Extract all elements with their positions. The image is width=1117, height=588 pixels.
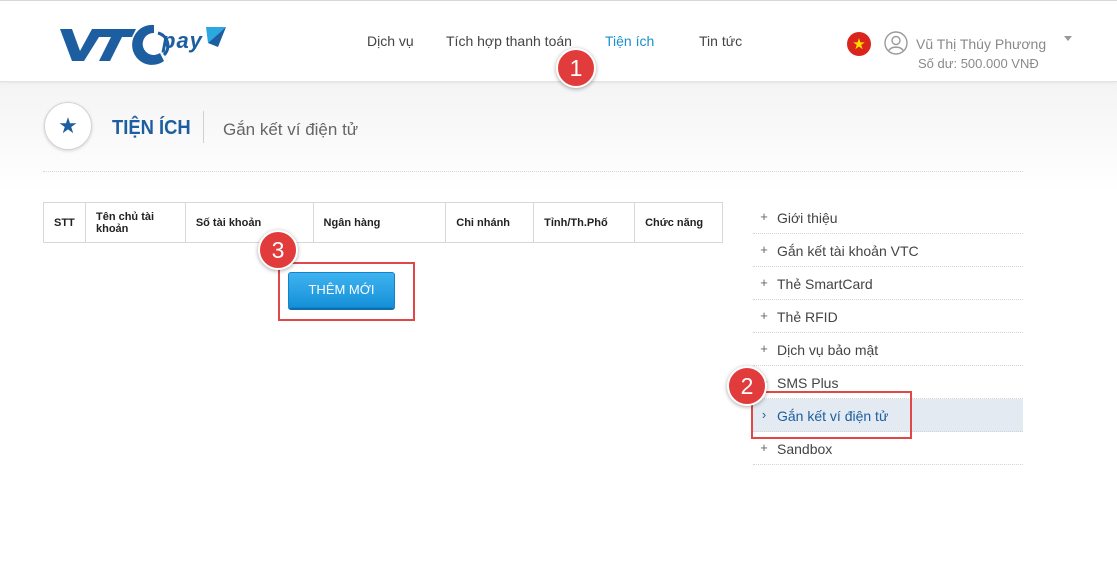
nav-tich-hop-thanh-toan[interactable]: Tích hợp thanh toán (446, 33, 572, 49)
annotation-badge-3: 3 (258, 230, 298, 270)
col-province: Tỉnh/Th.Phố (533, 202, 636, 243)
vtcpay-logo[interactable]: pay (58, 21, 228, 65)
col-actions: Chức năng (634, 202, 723, 243)
annotation-highlight-sidebar (751, 391, 912, 439)
sidebar-item-label: Thẻ SmartCard (777, 276, 873, 292)
sidebar-item-label: Dịch vụ bảo mật (777, 342, 879, 358)
plus-icon: + (760, 209, 768, 224)
nav-tien-ich[interactable]: Tiện ích (605, 33, 654, 49)
balance-label: Số dư: (918, 56, 958, 71)
sidebar-item-label: Gắn kết tài khoản VTC (777, 243, 919, 259)
annotation-badge-2: 2 (727, 366, 767, 406)
wallet-table: STT Tên chủ tài khoản Số tài khoản Ngân … (43, 202, 723, 243)
sidebar-item-gioi-thieu[interactable]: + Giới thiệu (753, 201, 1023, 234)
nav-dich-vu[interactable]: Dịch vụ (367, 33, 414, 49)
col-bank: Ngân hàng (312, 202, 447, 243)
balance-value: 500.000 VNĐ (960, 56, 1039, 71)
annotation-highlight-add-button (278, 262, 415, 321)
sidebar-item-the-rfid[interactable]: + Thẻ RFID (753, 300, 1023, 333)
sidebar-item-label: Sandbox (777, 441, 833, 457)
user-name[interactable]: Vũ Thị Thúy Phương (916, 36, 1046, 52)
sidebar-item-label: Thẻ RFID (777, 309, 838, 325)
sidebar-item-gan-ket-tai-khoan-vtc[interactable]: + Gắn kết tài khoản VTC (753, 234, 1023, 267)
plus-icon: + (760, 308, 768, 323)
annotation-badge-1: 1 (556, 48, 596, 88)
col-account-holder: Tên chủ tài khoản (84, 202, 186, 243)
plus-icon: + (760, 440, 768, 455)
sidebar-item-label: SMS Plus (777, 375, 839, 391)
star-icon: ★ (44, 102, 92, 150)
sidebar-item-the-smartcard[interactable]: + Thẻ SmartCard (753, 267, 1023, 300)
page-subtitle: Gắn kết ví điện tử (223, 120, 359, 139)
sidebar-item-label: Giới thiệu (777, 210, 838, 226)
chevron-down-icon[interactable] (1064, 36, 1072, 41)
nav-tin-tuc[interactable]: Tin tức (699, 33, 742, 49)
col-branch: Chi nhánh (445, 202, 535, 243)
col-stt: STT (43, 202, 86, 243)
plus-icon: + (760, 341, 768, 356)
flag-star-icon: ★ (852, 35, 866, 53)
plus-icon: + (760, 242, 768, 257)
plus-icon: + (760, 275, 768, 290)
linked-wallet-table: STT Tên chủ tài khoản Số tài khoản Ngân … (43, 202, 723, 243)
star-glyph: ★ (58, 113, 78, 138)
sidebar-item-dich-vu-bao-mat[interactable]: + Dịch vụ bảo mật (753, 333, 1023, 366)
table-header-row: STT Tên chủ tài khoản Số tài khoản Ngân … (43, 202, 723, 243)
svg-text:pay: pay (161, 28, 204, 53)
page-title: TIỆN ÍCH (112, 117, 191, 139)
section-divider (43, 171, 1023, 172)
title-divider (203, 111, 204, 143)
account-balance: Số dư: 500.000 VNĐ (918, 56, 1039, 71)
vietnam-flag-icon[interactable]: ★ (847, 32, 871, 56)
col-account-number: Số tài khoản (184, 202, 314, 243)
user-icon[interactable] (884, 31, 908, 55)
